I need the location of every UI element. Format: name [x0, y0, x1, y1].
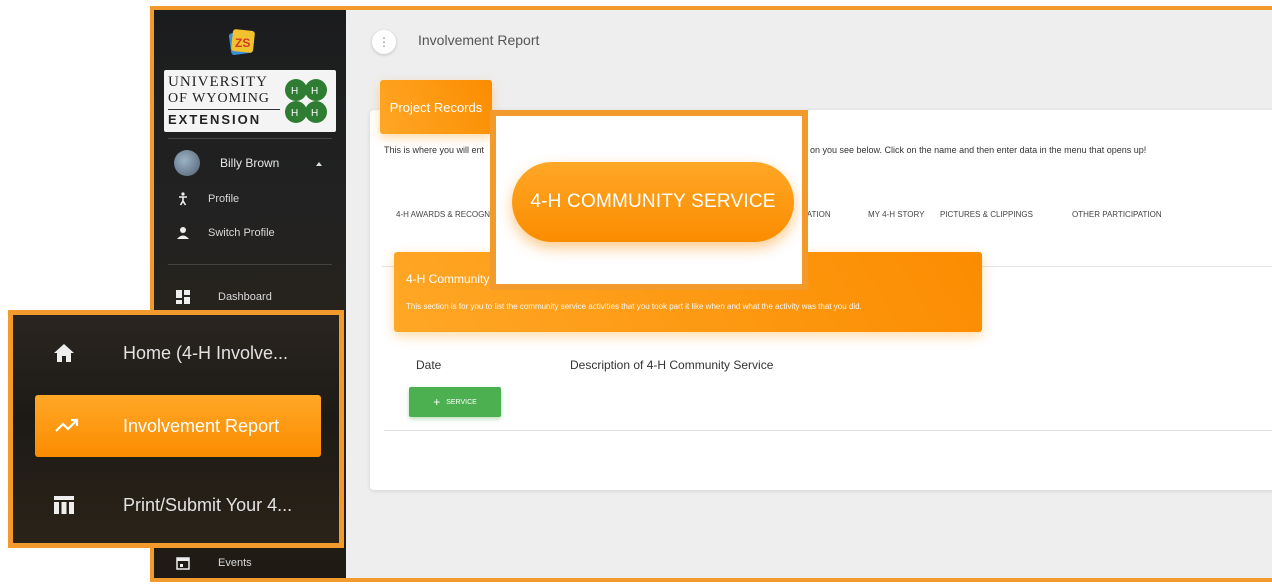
- dashboard-icon: [176, 290, 190, 304]
- sidebar-item-label: Switch Profile: [208, 227, 275, 239]
- tab-my-story[interactable]: MY 4-H STORY: [868, 210, 924, 219]
- sidebar-item-dashboard[interactable]: Dashboard: [176, 290, 272, 304]
- user-name: Billy Brown: [220, 156, 280, 170]
- tab-other-participation[interactable]: OTHER PARTICIPATION: [1072, 210, 1162, 219]
- top-bar: ⋮ Involvement Report: [346, 10, 1272, 76]
- tab-awards[interactable]: 4-H AWARDS & RECOGNI: [396, 210, 492, 219]
- card-header: Project Records: [380, 80, 492, 134]
- table-icon: [54, 496, 74, 514]
- sidebar-item-label: Dashboard: [218, 291, 272, 303]
- svg-text:H: H: [291, 86, 298, 97]
- user-menu[interactable]: Billy Brown: [174, 150, 279, 176]
- menu-item-label: Involvement Report: [123, 415, 280, 436]
- person-icon: [177, 227, 189, 239]
- home-icon: [54, 344, 74, 362]
- logo-line-1: UNIVERSITY: [168, 74, 268, 90]
- add-service-label: SERVICE: [446, 398, 477, 406]
- university-logo: UNIVERSITY OF WYOMING EXTENSION H H H H: [164, 70, 336, 132]
- sidebar-divider: [168, 264, 332, 265]
- menu-item-label: Print/Submit Your 4...: [123, 494, 293, 515]
- svg-text:H: H: [311, 108, 318, 119]
- section-title: 4-H Community: [406, 272, 490, 286]
- zoom-callout-menu: Home (4-H Involve... Involvement Report …: [8, 310, 344, 548]
- person-walking-icon: [179, 192, 187, 206]
- sidebar-item-switch-profile[interactable]: Switch Profile: [176, 226, 275, 240]
- menu-item-involvement-report[interactable]: Involvement Report: [35, 395, 321, 457]
- clover-logo-icon: H H H H: [282, 76, 330, 126]
- avatar: [174, 150, 200, 176]
- intro-text-right: on you see below. Click on the name and …: [810, 145, 1147, 155]
- sidebar-item-label: Events: [218, 557, 252, 569]
- tab-community-service[interactable]: 4-H COMMUNITY SERVICE: [512, 162, 794, 242]
- sidebar-divider: [168, 138, 332, 139]
- calendar-icon: [176, 557, 190, 570]
- logo-line-2: OF WYOMING: [168, 91, 270, 106]
- plus-icon: +: [433, 395, 441, 409]
- intro-text-left: This is where you will ent: [384, 145, 485, 155]
- tab-pictures[interactable]: PICTURES & CLIPPINGS: [940, 210, 1033, 219]
- column-date: Date: [416, 358, 442, 372]
- menu-item-home[interactable]: Home (4-H Involve...: [13, 323, 339, 383]
- trending-icon: [55, 418, 79, 432]
- sidebar-item-events[interactable]: Events: [176, 556, 252, 570]
- page-title: Involvement Report: [418, 32, 540, 48]
- menu-item-print-submit[interactable]: Print/Submit Your 4...: [13, 475, 339, 535]
- add-service-button[interactable]: + SERVICE: [409, 387, 501, 417]
- sidebar-item-profile[interactable]: Profile: [176, 192, 239, 206]
- svg-text:H: H: [311, 86, 318, 97]
- caret-up-icon[interactable]: [316, 162, 322, 166]
- zs-logo-icon: ZS: [228, 29, 255, 56]
- row-divider: [384, 430, 1272, 431]
- svg-text:ZS: ZS: [235, 36, 250, 50]
- section-description: This section is for you to list the comm…: [406, 302, 862, 311]
- zoom-callout-tab: 4-H COMMUNITY SERVICE: [490, 110, 808, 290]
- sidebar-item-label: Profile: [208, 193, 240, 205]
- column-description: Description of 4-H Community Service: [570, 358, 774, 372]
- logo-line-3: EXTENSION: [168, 109, 280, 127]
- menu-item-label: Home (4-H Involve...: [123, 342, 289, 363]
- svg-text:H: H: [291, 108, 298, 119]
- more-vert-icon[interactable]: ⋮: [372, 30, 396, 54]
